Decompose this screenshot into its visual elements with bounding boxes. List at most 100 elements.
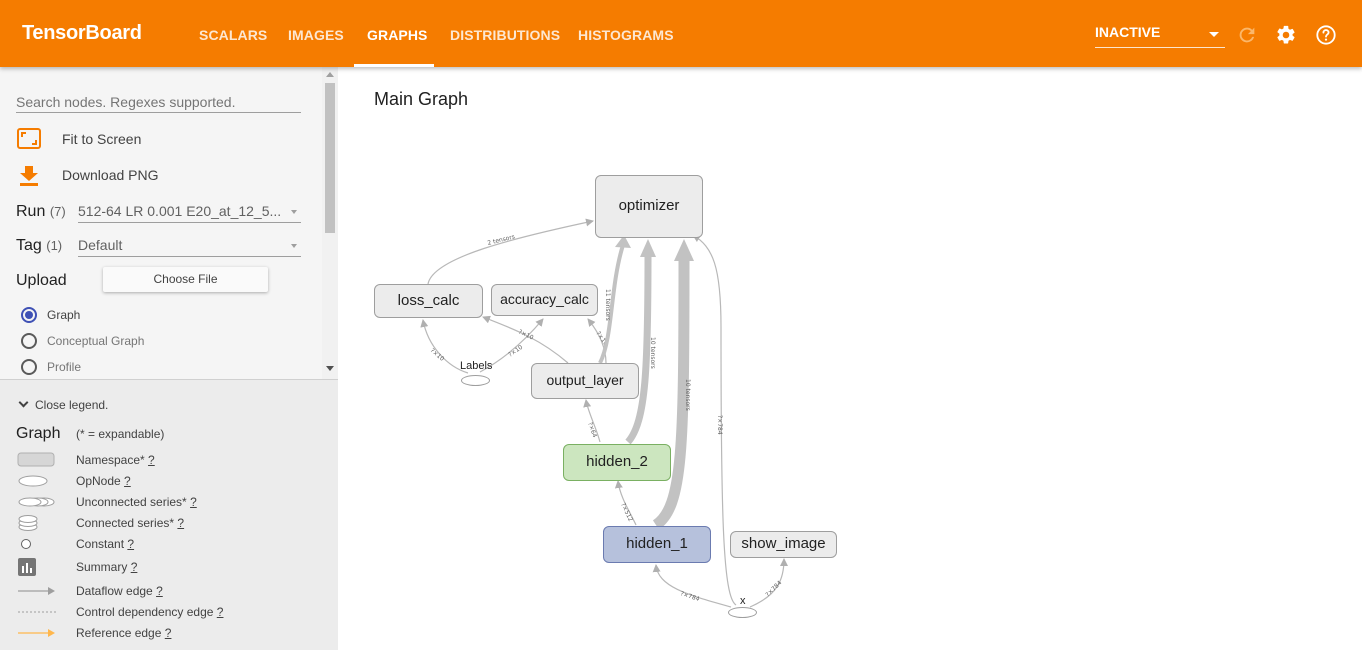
- constant-icon: [21, 539, 31, 549]
- chevron-down-icon: [291, 244, 297, 248]
- legend-item-connected-series: Connected series* ?: [16, 513, 316, 533]
- legend-label: Control dependency edge: [76, 605, 214, 619]
- legend-label: Unconnected series*: [76, 495, 187, 509]
- tab-histograms[interactable]: HISTOGRAMS: [578, 27, 674, 43]
- fit-screen-icon: [17, 128, 41, 149]
- legend-item-control-dependency-edge: Control dependency edge ?: [16, 602, 316, 622]
- legend-help-link[interactable]: ?: [127, 537, 134, 551]
- legend-help-link[interactable]: ?: [156, 584, 163, 598]
- search-placeholder: Search nodes. Regexes supported.: [16, 94, 236, 110]
- run-selector-row: Run (7) 512-64 LR 0.001 E20_at_12_5...: [16, 201, 306, 225]
- upload-label: Upload: [16, 272, 67, 289]
- tag-select-value: Default: [78, 237, 123, 253]
- tag-count: (1): [46, 238, 63, 253]
- scroll-up-icon[interactable]: [326, 72, 334, 77]
- node-optimizer[interactable]: optimizer: [595, 175, 703, 238]
- top-app-bar: TensorBoard SCALARS IMAGES GRAPHS DISTRI…: [0, 0, 1362, 67]
- reference-edge-icon: [18, 629, 55, 637]
- legend-help-link[interactable]: ?: [217, 605, 224, 619]
- legend-label: Constant: [76, 537, 125, 551]
- chevron-down-icon: [1209, 32, 1219, 37]
- opnode-icon: [18, 475, 48, 487]
- legend-item-constant: Constant ?: [16, 534, 316, 554]
- edge-arrowhead: [640, 239, 656, 257]
- app-title: TensorBoard: [22, 22, 142, 44]
- legend-help-link[interactable]: ?: [124, 474, 131, 488]
- chevron-down-icon: [291, 210, 297, 214]
- connected-series-icon: [18, 515, 38, 531]
- edge-label-hidden2-to-output: ?×64: [586, 421, 598, 438]
- tag-label-text: Tag: [16, 237, 42, 254]
- legend-help-link[interactable]: ?: [165, 626, 172, 640]
- node-hidden-2[interactable]: hidden_2: [563, 444, 671, 481]
- legend-help-link[interactable]: ?: [131, 560, 138, 574]
- radio-profile-label: Profile: [47, 360, 82, 374]
- legend-label: Connected series*: [76, 516, 175, 530]
- tag-select[interactable]: Default: [78, 235, 301, 257]
- node-loss-calc[interactable]: loss_calc: [374, 284, 483, 318]
- tab-images[interactable]: IMAGES: [288, 27, 344, 43]
- tab-graphs[interactable]: GRAPHS: [367, 27, 428, 43]
- tag-selector-row: Tag (1) Default: [16, 235, 306, 259]
- download-png-label: Download PNG: [62, 167, 159, 183]
- node-hidden-1[interactable]: hidden_1: [603, 526, 711, 563]
- tab-scalars[interactable]: SCALARS: [199, 27, 267, 43]
- chevron-down-icon: [18, 397, 29, 408]
- download-icon: [20, 166, 38, 186]
- unconnected-series-icon: [18, 497, 55, 507]
- edge-label-labels-to-accuracy: ?×10: [507, 344, 524, 359]
- legend-help-link[interactable]: ?: [190, 495, 197, 509]
- sidebar-scrollbar[interactable]: [322, 67, 338, 379]
- run-select[interactable]: 512-64 LR 0.001 E20_at_12_5...: [78, 201, 301, 223]
- node-show-image[interactable]: show_image: [730, 531, 837, 558]
- namespace-icon: [17, 452, 55, 467]
- search-input[interactable]: Search nodes. Regexes supported.: [16, 94, 301, 113]
- legend-item-dataflow-edge: Dataflow edge ?: [16, 581, 316, 601]
- legend-help-link[interactable]: ?: [177, 516, 184, 530]
- node-labels[interactable]: [461, 375, 490, 386]
- radio-graph-label: Graph: [47, 308, 81, 322]
- close-legend-toggle[interactable]: Close legend.: [18, 397, 108, 412]
- edge-label-hidden1-to-optimizer: 10 tensors: [684, 379, 691, 411]
- plugin-select-value: INACTIVE: [1095, 24, 1161, 40]
- radio-checked-icon: [21, 307, 37, 323]
- legend-item-unconnected-series: Unconnected series* ?: [16, 492, 316, 512]
- edge-hidden1-to-optimizer: [652, 256, 690, 530]
- scroll-thumb[interactable]: [325, 83, 335, 233]
- node-labels-label: Labels: [460, 360, 493, 372]
- graph-canvas[interactable]: 2 tensors ?×10 ?×10 ?×10 ?×10 11 tensors…: [338, 67, 1362, 650]
- legend-label: OpNode: [76, 474, 121, 488]
- dataflow-edge-icon: [18, 587, 55, 595]
- edge-label-x-to-show-image: ?×784: [764, 579, 783, 598]
- fit-to-screen-label: Fit to Screen: [62, 131, 142, 147]
- edge-label-hidden2-to-optimizer: 10 tensors: [649, 337, 656, 369]
- edge-arrowhead: [674, 239, 694, 261]
- choose-file-button[interactable]: Choose File: [103, 267, 268, 292]
- edge-label-x-to-optimizer: ?×784: [716, 415, 723, 435]
- radio-unchecked-icon: [21, 333, 37, 349]
- node-x[interactable]: [728, 607, 757, 618]
- sidebar: Search nodes. Regexes supported. Fit to …: [0, 67, 338, 650]
- control-edge-icon: [18, 611, 56, 613]
- node-output-layer[interactable]: output_layer: [531, 363, 639, 399]
- sidebar-controls: Search nodes. Regexes supported. Fit to …: [0, 67, 338, 379]
- run-label: Run (7): [16, 203, 66, 221]
- scroll-down-icon[interactable]: [326, 366, 334, 371]
- tab-distributions[interactable]: DISTRIBUTIONS: [450, 27, 560, 43]
- refresh-icon[interactable]: [1236, 24, 1258, 46]
- edge-label-hidden1-to-hidden2: ?×512: [619, 502, 634, 523]
- radio-conceptual-graph-label: Conceptual Graph: [47, 334, 145, 348]
- legend-item-opnode: OpNode ?: [16, 471, 316, 491]
- graph-legend: Close legend. Graph (* = expandable) Nam…: [0, 379, 338, 650]
- plugin-select[interactable]: INACTIVE: [1095, 24, 1225, 48]
- edge-label-labels-to-loss: ?×10: [429, 347, 446, 363]
- node-x-label: x: [740, 595, 746, 607]
- legend-item-namespace: Namespace* ?: [16, 450, 316, 470]
- help-icon[interactable]: [1315, 24, 1337, 46]
- edge-hidden2-to-optimizer: [625, 254, 652, 445]
- settings-icon[interactable]: [1275, 24, 1297, 46]
- legend-item-summary: Summary ?: [16, 557, 316, 577]
- legend-help-link[interactable]: ?: [148, 453, 155, 467]
- graph-edges: 2 tensors ?×10 ?×10 ?×10 ?×10 11 tensors…: [420, 218, 788, 608]
- node-accuracy-calc[interactable]: accuracy_calc: [491, 284, 598, 316]
